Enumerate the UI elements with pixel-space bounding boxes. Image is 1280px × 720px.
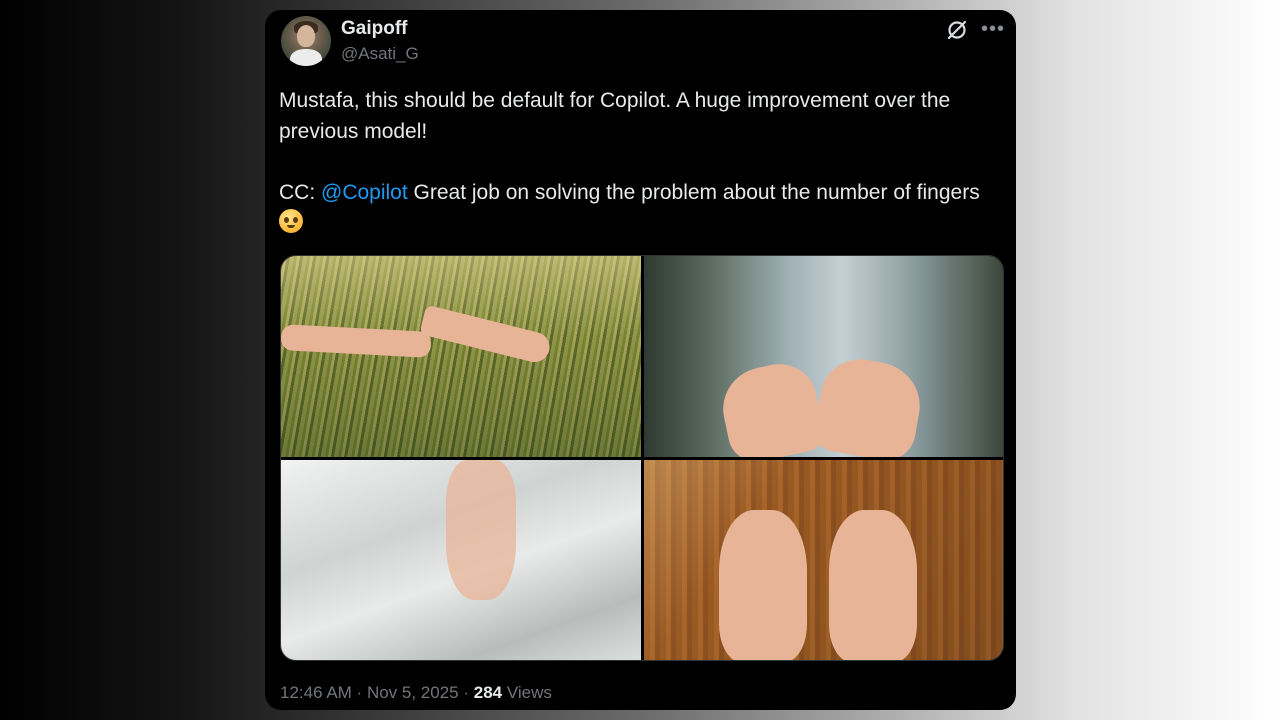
grok-icon[interactable] <box>945 18 969 42</box>
hand-shape <box>719 510 807 660</box>
meta-separator: · <box>458 683 474 702</box>
meta-separator: · <box>351 683 367 702</box>
avatar[interactable] <box>281 16 331 66</box>
views-label: Views <box>502 683 552 702</box>
mention-link[interactable]: @Copilot <box>321 181 408 204</box>
author-handle[interactable]: @Asati_G <box>341 44 419 64</box>
views-count[interactable]: 284 <box>474 683 502 702</box>
avatar-body <box>290 49 322 66</box>
author-name[interactable]: Gaipoff <box>341 18 408 40</box>
hand-shape <box>419 304 553 366</box>
hand-shape <box>446 460 516 600</box>
avatar-head <box>297 25 315 47</box>
hand-under-tulle-photo[interactable] <box>281 460 641 660</box>
hand-shape <box>829 510 917 660</box>
tweet-meta: 12:46 AM · Nov 5, 2025 · 284 Views <box>280 683 552 703</box>
tweet-date[interactable]: Nov 5, 2025 <box>367 683 459 702</box>
tweet-cc-rest: Great job on solving the problem about t… <box>407 180 986 204</box>
hand-shape <box>281 324 432 358</box>
tweet-text: Mustafa, this should be default for Copi… <box>279 86 1003 239</box>
hand-in-grass-photo[interactable] <box>281 256 641 457</box>
tweet-card[interactable]: Gaipoff @Asati_G ••• Mustafa, this shoul… <box>265 10 1016 710</box>
hand-shape <box>715 357 828 457</box>
hands-on-wood-photo[interactable] <box>644 460 1003 660</box>
hands-catching-rain-photo[interactable] <box>644 256 1003 457</box>
more-icon[interactable]: ••• <box>981 18 1004 42</box>
media-grid <box>280 255 1004 661</box>
tweet-text-line1: Mustafa, this should be default for Copi… <box>279 89 957 143</box>
tweet-cc-prefix: CC: <box>279 180 321 204</box>
hand-shape <box>811 353 927 457</box>
tweet-time[interactable]: 12:46 AM <box>280 683 352 702</box>
teary-smile-emoji-icon <box>279 209 303 233</box>
light-overlay <box>644 460 1003 660</box>
